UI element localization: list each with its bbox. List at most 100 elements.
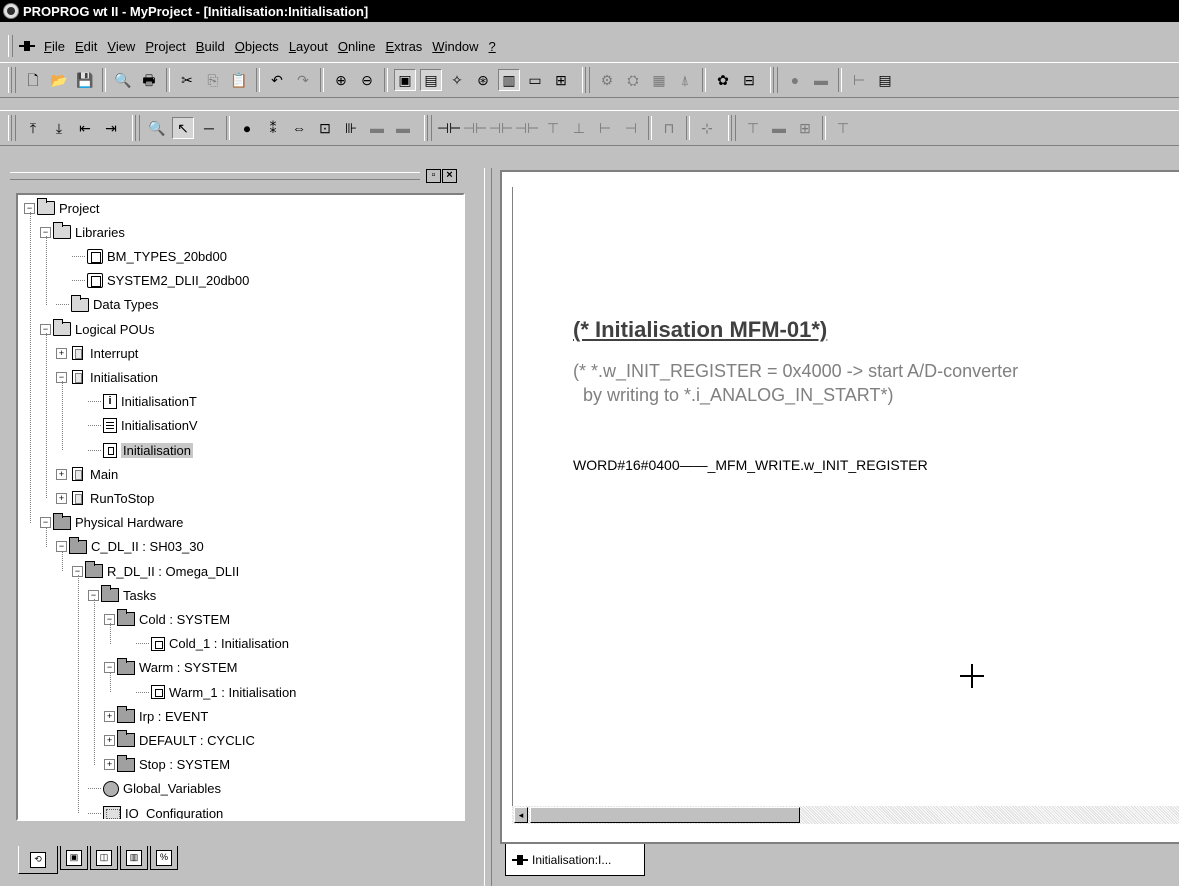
branch-end-icon[interactable]: ⊣ (620, 117, 642, 139)
branch-icon[interactable]: ⊢ (594, 117, 616, 139)
debug-icon[interactable]: ✿ (712, 69, 734, 91)
tab-project-tree[interactable]: ⟲ (18, 846, 58, 874)
project-tree-window-icon[interactable]: ▣ (394, 69, 416, 91)
tree-node[interactable]: InitialisationV (88, 416, 198, 436)
paste-icon[interactable]: 📋 (228, 69, 250, 91)
sfc-branch-icon[interactable]: ⊤ (832, 117, 854, 139)
menu-edit[interactable]: Edit (70, 39, 102, 54)
tree-node[interactable]: Global_Variables (88, 779, 221, 799)
menu-grip[interactable] (8, 35, 13, 57)
contact-nc-icon[interactable]: ⊣⊢ (489, 117, 513, 139)
expand-icon[interactable]: + (56, 468, 67, 480)
wizard-icon[interactable]: ✧ (446, 69, 468, 91)
toolbar-grip[interactable] (770, 67, 778, 93)
connector-icon[interactable]: ⁑ (262, 117, 284, 139)
tree-node[interactable]: i InitialisationT (88, 392, 197, 412)
tree-node[interactable]: + RunToStop (56, 488, 154, 508)
expand-icon[interactable]: + (56, 492, 67, 504)
network-comment[interactable]: (* *.w_INIT_REGISTER = 0x4000 -> start A… (573, 359, 1018, 407)
pane-splitter[interactable] (484, 168, 492, 886)
menu-window[interactable]: Window (427, 39, 483, 54)
print-preview-icon[interactable]: 🔍 (112, 69, 134, 91)
block-disabled-2-icon[interactable]: ▬ (392, 117, 414, 139)
contact-n-icon[interactable]: ⊤ (542, 117, 564, 139)
save-icon[interactable]: 💾 (74, 69, 96, 91)
toolbar-grip[interactable] (8, 67, 16, 93)
tab-io[interactable]: % (150, 846, 178, 870)
menu-build[interactable]: Build (191, 39, 230, 54)
tree-node[interactable]: − Project (24, 198, 99, 218)
menu-objects[interactable]: Objects (230, 39, 284, 54)
line-tool-icon[interactable]: ─ (198, 117, 220, 139)
print-icon[interactable]: 🖶 (138, 69, 160, 91)
function-block-icon[interactable]: ⊪ (340, 117, 362, 139)
toolbar-grip[interactable] (424, 115, 432, 141)
toolbar-grip[interactable] (728, 115, 736, 141)
tree-node[interactable]: − C_DL_II : SH03_30 (56, 536, 204, 557)
contact-icon[interactable]: ⊢ (848, 69, 870, 91)
tree-node[interactable]: + Interrupt (56, 343, 138, 363)
transition-icon[interactable]: ▬ (768, 117, 790, 139)
hardware-icon[interactable]: ▦ (648, 69, 670, 91)
pane-close-button[interactable]: × (442, 169, 457, 183)
insert-fb-icon[interactable]: ⊡ (314, 117, 336, 139)
tree-node[interactable]: + Stop : SYSTEM (104, 754, 230, 775)
task-view-icon[interactable]: ▥ (498, 69, 520, 91)
network-heading-comment[interactable]: (* Initialisation MFM-01*) (573, 317, 827, 343)
parallel-icon[interactable]: ⊥ (568, 117, 590, 139)
terminal-icon[interactable]: ▤ (874, 69, 896, 91)
contact-no-icon[interactable]: ⊣⊢ (463, 117, 487, 139)
tree-node[interactable]: − Warm : SYSTEM (104, 657, 237, 678)
document-icon[interactable] (19, 40, 35, 52)
fbd-editor-canvas[interactable]: (* Initialisation MFM-01*) (* *.w_INIT_R… (512, 187, 1179, 815)
zoom-out-icon[interactable]: ⊖ (356, 69, 378, 91)
menu-view[interactable]: View (102, 39, 140, 54)
jump-icon[interactable]: ⇔ (288, 117, 310, 139)
tab-libraries[interactable]: ◫ (90, 846, 118, 870)
scroll-left-button[interactable]: ◂ (514, 807, 528, 823)
step-icon[interactable]: ⊤ (742, 117, 764, 139)
message-window-icon[interactable]: ▤ (420, 69, 442, 91)
tree-node[interactable]: Data Types (56, 294, 159, 315)
tree-node[interactable]: − Cold : SYSTEM (104, 609, 230, 629)
new-icon[interactable]: 🗋 (22, 69, 44, 91)
select-pointer-icon[interactable]: ↖ (172, 117, 194, 139)
monitor-icon[interactable]: ⊟ (738, 69, 760, 91)
tree-node[interactable]: − Initialisation (56, 367, 158, 387)
menu-layout[interactable]: Layout (284, 39, 333, 54)
open-icon[interactable]: 📂 (48, 69, 70, 91)
insert-below-icon[interactable]: ⤓ (48, 117, 70, 139)
project-pane-header[interactable]: ▫ × (4, 168, 484, 184)
menu-help[interactable]: ? (484, 39, 501, 54)
scroll-thumb[interactable] (530, 807, 800, 823)
menu-online[interactable]: Online (333, 39, 381, 54)
tree-node[interactable]: Initialisation (88, 440, 193, 460)
make-icon[interactable]: ⚙ (596, 69, 618, 91)
menu-extras[interactable]: Extras (380, 39, 427, 54)
tree-node[interactable]: Warm_1 : Initialisation (136, 682, 296, 702)
expand-icon[interactable]: + (56, 347, 67, 359)
expand-icon[interactable]: + (104, 759, 115, 771)
download-icon[interactable]: ⍋ (674, 69, 696, 91)
document-tab[interactable]: Initialisation:I... (505, 844, 645, 876)
toolbar-grip[interactable] (8, 115, 16, 141)
app-icon[interactable] (3, 3, 19, 19)
rung-icon[interactable]: ⊓ (658, 117, 680, 139)
tab-data-types[interactable]: ▣ (60, 846, 88, 870)
expand-icon[interactable]: + (104, 734, 115, 746)
variable-icon[interactable]: ⦁ (236, 117, 258, 139)
insert-right-icon[interactable]: ⇥ (100, 117, 122, 139)
build-project-icon[interactable]: ⛭ (622, 69, 644, 91)
library-view-icon[interactable]: ⊛ (472, 69, 494, 91)
expand-icon[interactable]: + (104, 710, 115, 722)
coil-icon[interactable]: ⊣⊢ (437, 117, 461, 139)
tree-node[interactable]: Cold_1 : Initialisation (136, 634, 289, 654)
tree-node[interactable]: + Irp : EVENT (104, 706, 208, 726)
tree-node[interactable]: SYSTEM2_DLII_20db00 (72, 271, 249, 291)
insert-above-icon[interactable]: ⤒ (22, 117, 44, 139)
action-icon[interactable]: ⊞ (794, 117, 816, 139)
tree-node[interactable]: − R_DL_II : Omega_DLII (72, 561, 239, 581)
run-icon[interactable]: ● (784, 69, 806, 91)
tree-node[interactable]: IO_Configuration (88, 803, 223, 819)
undo-icon[interactable]: ↶ (266, 69, 288, 91)
